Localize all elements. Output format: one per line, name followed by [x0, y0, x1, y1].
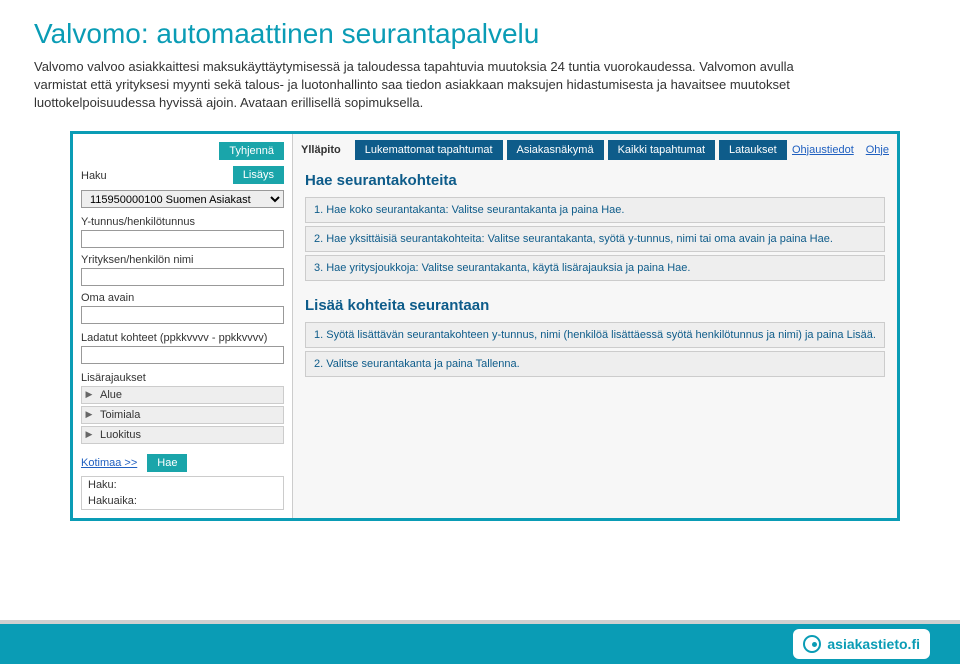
logo-icon [803, 635, 821, 653]
filter-alue[interactable]: ▶ Alue [81, 386, 284, 404]
yritys-input[interactable] [81, 268, 284, 286]
hae-button[interactable]: Hae [147, 454, 187, 472]
brand-text: asiakastieto.fi [827, 636, 920, 652]
ohjaustiedot-link[interactable]: Ohjaustiedot [792, 144, 854, 156]
tab-asiakas[interactable]: Asiakasnäkymä [507, 140, 604, 160]
ytunnus-label: Y-tunnus/henkilötunnus [81, 216, 284, 228]
filter-toimiala[interactable]: ▶ Toimiala [81, 406, 284, 424]
lisarajaukset-label: Lisärajaukset [81, 372, 284, 384]
app-frame: Tyhjennä Haku Lisäys 115950000100 Suomen… [70, 131, 900, 521]
section2-title: Lisää kohteita seurantaan [305, 297, 885, 314]
sidebar: Tyhjennä Haku Lisäys 115950000100 Suomen… [73, 134, 293, 518]
section1-title: Hae seurantakohteita [305, 172, 885, 189]
filter-label: Luokitus [96, 427, 283, 443]
page-description: Valvomo valvoo asiakkaittesi maksukäyttä… [0, 58, 880, 131]
filter-luokitus[interactable]: ▶ Luokitus [81, 426, 284, 444]
tab-kaikki[interactable]: Kaikki tapahtumat [608, 140, 715, 160]
ohje-link[interactable]: Ohje [866, 144, 889, 156]
info-row: 2. Hae yksittäisiä seurantakohteita: Val… [305, 226, 885, 252]
add-button[interactable]: Lisäys [233, 166, 284, 184]
ladatut-label: Ladatut kohteet (ppkkvvvv - ppkkvvvv) [81, 332, 284, 344]
haku-select[interactable]: 115950000100 Suomen Asiakast [81, 190, 284, 208]
info-row: 1. Syötä lisättävän seurantakohteen y-tu… [305, 322, 885, 348]
tab-yllapito[interactable]: Ylläpito [301, 140, 351, 160]
tab-bar: Ylläpito Lukemattomat tapahtumat Asiakas… [293, 134, 897, 160]
info-row: 1. Hae koko seurantakanta: Valitse seura… [305, 197, 885, 223]
yritys-label: Yrityksen/henkilön nimi [81, 254, 284, 266]
footer-logo: asiakastieto.fi [793, 629, 930, 659]
caret-icon: ▶ [82, 429, 96, 440]
filter-label: Toimiala [96, 407, 283, 423]
caret-icon: ▶ [82, 409, 96, 420]
ytunnus-input[interactable] [81, 230, 284, 248]
footer: asiakastieto.fi [0, 620, 960, 664]
status-haku: Haku: [82, 477, 283, 493]
oma-label: Oma avain [81, 292, 284, 304]
caret-icon: ▶ [82, 389, 96, 400]
ladatut-input[interactable] [81, 346, 284, 364]
status-hakuaika: Hakuaika: [82, 493, 283, 509]
status-box: Haku: Hakuaika: [81, 476, 284, 510]
clear-button[interactable]: Tyhjennä [219, 142, 284, 160]
oma-input[interactable] [81, 306, 284, 324]
info-row: 3. Hae yritysjoukkoja: Valitse seurantak… [305, 255, 885, 281]
kotimaa-link[interactable]: Kotimaa >> [81, 457, 137, 469]
tab-lukemattomat[interactable]: Lukemattomat tapahtumat [355, 140, 503, 160]
main-panel: Ylläpito Lukemattomat tapahtumat Asiakas… [293, 134, 897, 518]
filter-label: Alue [96, 387, 283, 403]
info-row: 2. Valitse seurantakanta ja paina Tallen… [305, 351, 885, 377]
haku-label: Haku [81, 170, 227, 182]
page-title: Valvomo: automaattinen seurantapalvelu [0, 0, 960, 58]
tab-lataukset[interactable]: Lataukset [719, 140, 787, 160]
